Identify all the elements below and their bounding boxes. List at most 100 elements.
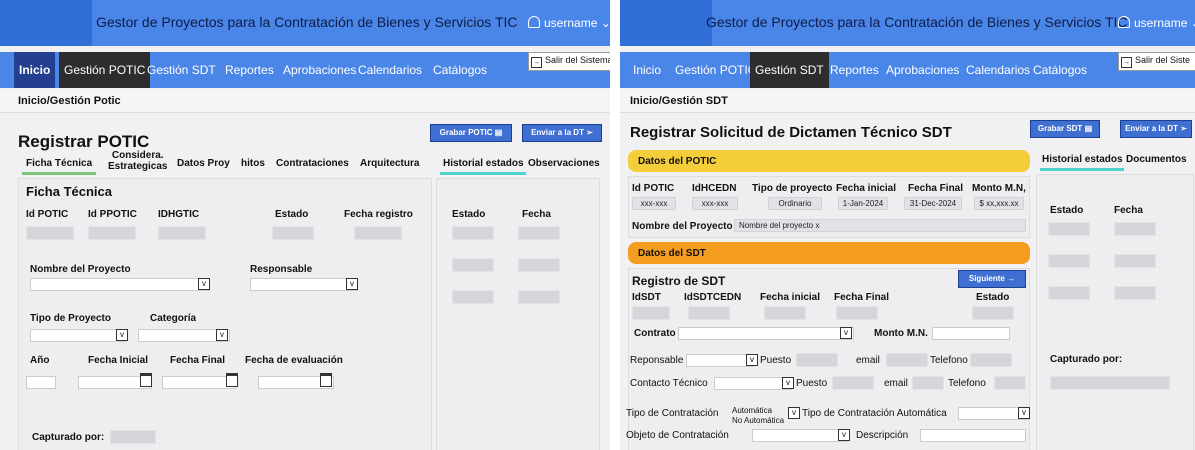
logout-menu[interactable]: → Salir del Sistema bbox=[528, 52, 610, 71]
sdt-section-title: Datos del SDT bbox=[638, 248, 706, 259]
panel-divider bbox=[610, 0, 620, 450]
label-id-ppotic: Id PPOTIC bbox=[88, 209, 137, 220]
nav-reportes[interactable]: Reportes bbox=[220, 52, 279, 88]
nav-reportes[interactable]: Reportes bbox=[825, 52, 884, 88]
nav-inicio[interactable]: Inicio bbox=[628, 52, 666, 88]
nav-gestion-sdt[interactable]: Gestión SDT bbox=[750, 52, 829, 88]
hist-col-estado: Estado bbox=[1050, 205, 1084, 216]
label-contacto-puesto: Puesto bbox=[796, 378, 828, 389]
save-potic-button[interactable]: Grabar POTIC ▤ bbox=[430, 124, 512, 142]
calendar-icon[interactable] bbox=[226, 373, 238, 387]
tab-contrataciones[interactable]: Contrataciones bbox=[276, 158, 349, 169]
send-to-dt-button[interactable]: Enviar a la DT ➢ bbox=[522, 124, 602, 142]
contacto-select[interactable] bbox=[714, 377, 792, 390]
label-puesto: Puesto bbox=[760, 355, 792, 366]
option-automatica[interactable]: Automática bbox=[732, 406, 772, 415]
responsable-dropdown-icon[interactable]: v bbox=[746, 354, 758, 366]
label-tipo-proyecto: Tipo de Proyecto bbox=[30, 313, 111, 324]
nav-aprobaciones[interactable]: Aprobaciones bbox=[881, 52, 964, 88]
fecha-final-input[interactable] bbox=[162, 376, 236, 389]
tab-documentos[interactable]: Documentos bbox=[1126, 154, 1187, 165]
option-no-automatica[interactable]: No Automática bbox=[732, 416, 784, 425]
tipo-proyecto-select[interactable] bbox=[30, 329, 126, 342]
save-icon: ▤ bbox=[494, 128, 503, 137]
hist-estado-1 bbox=[1048, 222, 1090, 236]
tab-consideraciones[interactable]: Considera. Estrategicas bbox=[108, 150, 167, 172]
label-categoria: Categoría bbox=[150, 313, 197, 324]
tipo-proyecto-dropdown-icon[interactable]: v bbox=[116, 329, 128, 341]
categoria-dropdown-icon[interactable]: v bbox=[216, 329, 228, 341]
tab-historial-estados[interactable]: Historial estados bbox=[443, 158, 524, 169]
nav-gestion-sdt[interactable]: Gestión SDT bbox=[142, 52, 221, 88]
label-idsdt: IdSDT bbox=[632, 292, 661, 303]
contrato-dropdown-icon[interactable]: v bbox=[840, 327, 852, 339]
hist-col-estado: Estado bbox=[452, 209, 486, 220]
send-icon: ➢ bbox=[586, 128, 593, 137]
send-to-dt-button[interactable]: Enviar a la DT ➢ bbox=[1120, 120, 1192, 138]
label-idhgtic: IDHGTIC bbox=[158, 209, 200, 220]
tipo-contratacion-dropdown-icon[interactable]: v bbox=[788, 407, 800, 419]
nombre-dropdown-icon[interactable]: v bbox=[198, 278, 210, 290]
save-sdt-button[interactable]: Grabar SDT ▤ bbox=[1030, 120, 1100, 138]
label-tipo-contratacion: Tipo de Contratación bbox=[626, 408, 719, 419]
logout-label: Salir del Siste bbox=[1135, 55, 1191, 65]
user-icon bbox=[528, 16, 540, 28]
descripcion-input[interactable] bbox=[920, 429, 1026, 442]
potic-section-title: Datos del POTIC bbox=[638, 156, 717, 167]
app-title: Gestor de Proyectos para la Contratación… bbox=[96, 14, 518, 30]
calendar-icon[interactable] bbox=[320, 373, 332, 387]
calendar-icon[interactable] bbox=[140, 373, 152, 387]
user-menu[interactable]: username ⌄ bbox=[528, 16, 610, 30]
nav-catalogos[interactable]: Catálogos bbox=[1028, 52, 1092, 88]
tipo-auto-dropdown-icon[interactable]: v bbox=[1018, 407, 1030, 419]
val-monto: $ xx,xxx.xx bbox=[974, 197, 1024, 210]
label-nombre-proyecto: Nombre del Proyecto bbox=[30, 264, 131, 275]
nav-inicio[interactable]: Inicio bbox=[14, 52, 56, 88]
nav-calendarios[interactable]: Calendarios bbox=[353, 52, 427, 88]
nav-calendarios[interactable]: Calendarios bbox=[961, 52, 1035, 88]
objeto-select[interactable] bbox=[752, 429, 848, 442]
responsable-dropdown-icon[interactable]: v bbox=[346, 278, 358, 290]
logout-icon: → bbox=[531, 57, 542, 68]
monto-input[interactable] bbox=[932, 327, 1010, 340]
col-tipo-proyecto: Tipo de proyecto bbox=[752, 183, 833, 194]
capturado-por-value bbox=[1050, 376, 1170, 390]
tab-observaciones[interactable]: Observaciones bbox=[528, 158, 600, 169]
hist-estado-2 bbox=[1048, 254, 1090, 268]
nav-catalogos[interactable]: Catálogos bbox=[428, 52, 492, 88]
responsable-select[interactable] bbox=[250, 278, 358, 291]
contrato-select[interactable] bbox=[678, 327, 854, 340]
id-potic-value bbox=[26, 226, 74, 240]
label-id-potic: Id POTIC bbox=[26, 209, 69, 220]
tab-historial-estados[interactable]: Historial estados bbox=[1042, 154, 1123, 165]
user-menu[interactable]: username ⌄ bbox=[1118, 16, 1195, 30]
nav-gestion-potic[interactable]: Gestión POTIC bbox=[59, 52, 151, 88]
label-anio: Año bbox=[30, 355, 50, 366]
username-label: username bbox=[544, 16, 598, 30]
col-fecha-final: Fecha Final bbox=[908, 183, 964, 194]
label-tipo-contratacion-automatica: Tipo de Contratación Automática bbox=[802, 408, 947, 419]
val-nombre-proyecto: Nombre del proyecto x bbox=[734, 219, 1026, 232]
send-icon: ➢ bbox=[1180, 124, 1187, 133]
main-nav: Inicio Gestión POTIC Gestión SDT Reporte… bbox=[0, 52, 610, 88]
responsable-select[interactable] bbox=[686, 354, 754, 367]
label-estado: Estado bbox=[275, 209, 309, 220]
tab-active-underline bbox=[22, 172, 96, 175]
tab-ficha-tecnica[interactable]: Ficha Técnica bbox=[26, 158, 92, 169]
tab-datos-proy[interactable]: Datos Proy bbox=[177, 158, 230, 169]
hist-fecha-1 bbox=[1114, 222, 1156, 236]
tab-arquitectura[interactable]: Arquitectura bbox=[360, 158, 419, 169]
contacto-dropdown-icon[interactable]: v bbox=[782, 377, 794, 389]
anio-input[interactable] bbox=[26, 376, 56, 389]
nombre-proyecto-select[interactable] bbox=[30, 278, 210, 291]
sdt-fecha-inicial-value bbox=[764, 306, 806, 320]
logout-menu[interactable]: → Salir del Siste bbox=[1118, 52, 1195, 71]
id-ppotic-value bbox=[88, 226, 136, 240]
nav-aprobaciones[interactable]: Aprobaciones bbox=[278, 52, 361, 88]
next-button[interactable]: Siguiente → bbox=[958, 270, 1026, 288]
label-sdt-fecha-inicial: Fecha inicial bbox=[760, 292, 821, 303]
objeto-dropdown-icon[interactable]: v bbox=[838, 429, 850, 441]
label-telefono: Telefono bbox=[930, 355, 968, 366]
tab-hitos[interactable]: hitos bbox=[241, 158, 265, 169]
nav-gestion-potic[interactable]: Gestión POTIC bbox=[670, 52, 761, 88]
